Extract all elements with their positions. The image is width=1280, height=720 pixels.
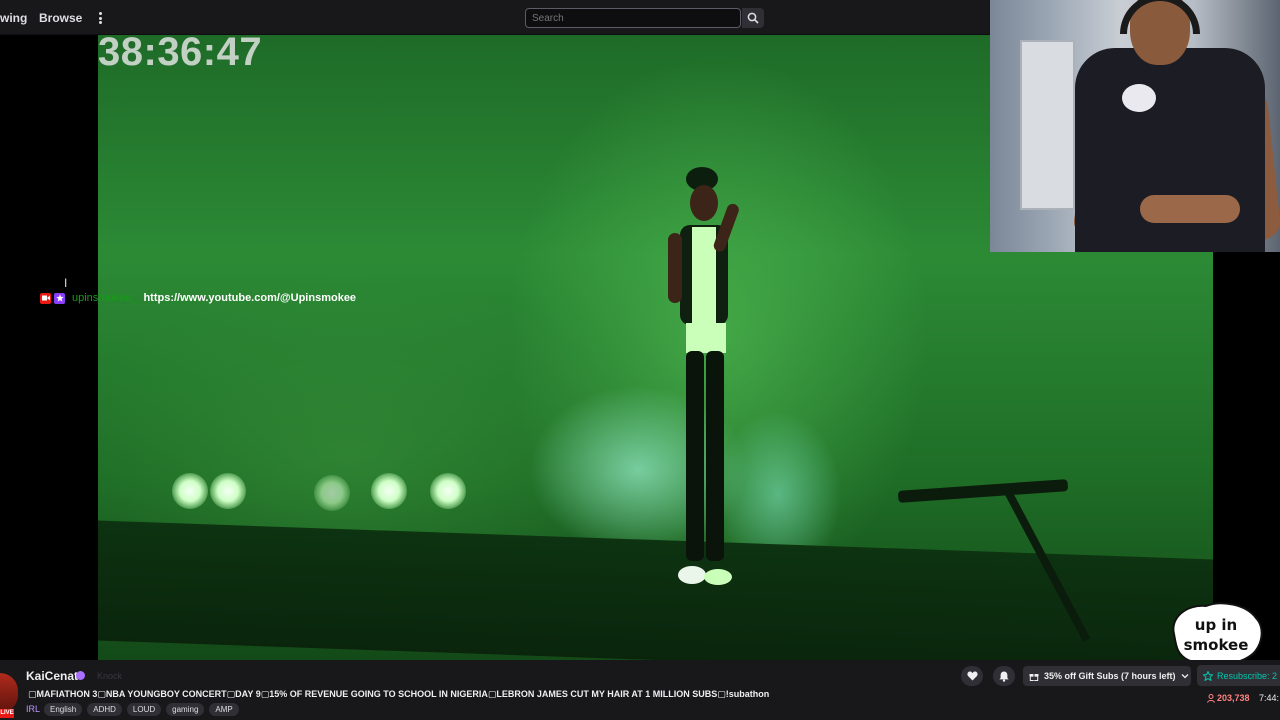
person-icon	[1207, 693, 1215, 703]
more-menu-icon[interactable]	[97, 10, 103, 26]
performer-silhouette	[668, 167, 739, 585]
chat-message-text[interactable]: https://www.youtube.com/@Upinsmokee	[143, 292, 356, 304]
star-icon	[1203, 670, 1213, 681]
headphones-icon	[1120, 0, 1200, 34]
viewer-count-text: 203,738	[1217, 693, 1250, 703]
webcam-overlay	[990, 0, 1280, 252]
svg-text:up in: up in	[1195, 616, 1237, 634]
streamer-hands	[1140, 195, 1240, 223]
follow-button[interactable]	[961, 666, 983, 686]
search-input[interactable]	[525, 8, 741, 28]
live-badge: LIVE	[0, 709, 14, 718]
tag[interactable]: AMP	[209, 703, 239, 716]
shirt-logo-icon	[1122, 84, 1156, 112]
resubscribe-button[interactable]: Resubscribe: 2	[1197, 665, 1280, 686]
background-door	[1020, 40, 1075, 210]
stage-light	[314, 475, 350, 511]
search-icon	[747, 12, 759, 24]
gift-subs-label: 35% off Gift Subs (7 hours left)	[1044, 671, 1176, 681]
bell-icon	[999, 671, 1009, 682]
tag-list: English ADHD LOUD gaming AMP	[44, 703, 239, 716]
stream-uptime: 7:44:	[1259, 693, 1280, 703]
broadcaster-badge-icon	[40, 292, 51, 304]
chat-message: upinsmokee_ https://www.youtube.com/@Upi…	[40, 292, 356, 304]
text-cursor-icon: I	[64, 276, 68, 290]
stage-light	[430, 473, 466, 509]
tag[interactable]: LOUD	[126, 703, 162, 716]
svg-text:smokee: smokee	[1184, 636, 1249, 654]
stream-title: ▢MAFIATHON 3▢NBA YOUNGBOY CONCERT▢DAY 9▢…	[28, 689, 770, 699]
stage-light	[172, 473, 208, 509]
star-badge-icon	[54, 292, 65, 304]
gift-subs-button[interactable]: 35% off Gift Subs (7 hours left)	[1023, 666, 1191, 686]
tag[interactable]: gaming	[166, 703, 205, 716]
tag[interactable]: ADHD	[87, 703, 122, 716]
resubscribe-label: Resubscribe: 2	[1217, 670, 1278, 681]
subathon-timer: 38:36:47	[98, 30, 263, 74]
chat-username[interactable]: upinsmokee_	[72, 292, 137, 304]
stage-light	[371, 473, 407, 509]
search-button[interactable]	[742, 8, 764, 28]
nav-following-link[interactable]: wing	[0, 11, 27, 25]
gift-icon	[1029, 674, 1039, 681]
viewer-count: 203,738	[1207, 693, 1250, 703]
heart-icon	[966, 671, 978, 681]
chevron-down-icon	[1181, 674, 1188, 679]
mic-stand	[897, 479, 1069, 503]
upinsmokee-logo: up in smokee	[1172, 602, 1263, 666]
knock-label[interactable]: Knock	[97, 671, 122, 681]
channel-name[interactable]: KaiCenat	[26, 669, 78, 683]
stage-light	[210, 473, 246, 509]
tag[interactable]: English	[44, 703, 83, 716]
notifications-button[interactable]	[993, 666, 1015, 686]
verified-icon	[76, 671, 85, 680]
stream-category[interactable]: IRL	[26, 704, 40, 714]
nav-browse-link[interactable]: Browse	[39, 11, 82, 25]
